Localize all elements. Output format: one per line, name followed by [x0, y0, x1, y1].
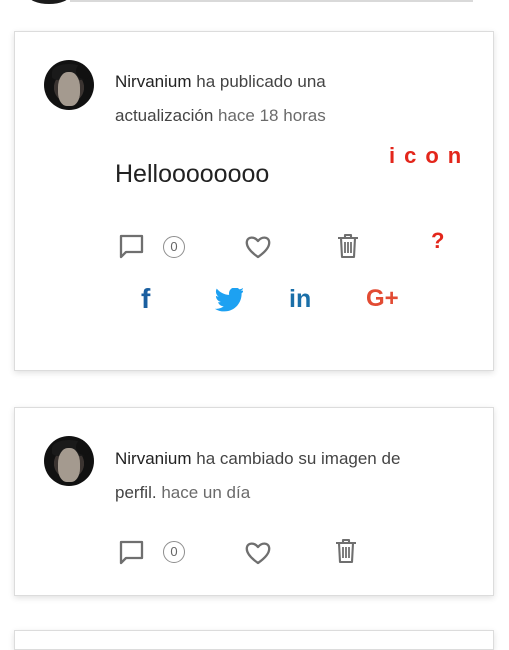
activity-time: hace 18 horas [218, 106, 326, 125]
previous-avatar-edge [28, 0, 70, 4]
activity-card-profile-image: Nirvanium ha cambiado su imagen de perfi… [14, 407, 494, 596]
question-icon[interactable]: ? [431, 228, 444, 254]
comment-icon[interactable] [118, 233, 146, 261]
trash-icon[interactable] [334, 537, 358, 565]
trash-icon[interactable] [336, 232, 360, 260]
avatar-badge [76, 439, 92, 455]
post-content: Helloooooooo [115, 160, 270, 188]
google-plus-icon[interactable]: G+ [366, 285, 399, 313]
twitter-icon[interactable] [215, 288, 243, 312]
activity-text: Nirvanium ha publicado una actualización… [115, 65, 405, 133]
previous-card-divider [70, 0, 473, 2]
heart-icon[interactable] [244, 540, 272, 566]
username-link[interactable]: Nirvanium [115, 72, 192, 91]
activity-text: Nirvanium ha cambiado su imagen de perfi… [115, 442, 445, 510]
avatar[interactable] [44, 436, 94, 486]
previous-card-edge [0, 0, 509, 8]
avatar-face [58, 448, 80, 482]
avatar-face [58, 72, 80, 106]
comment-icon[interactable] [118, 539, 146, 567]
heart-icon[interactable] [244, 234, 272, 260]
username-link[interactable]: Nirvanium [115, 449, 192, 468]
activity-card-update: Nirvanium ha publicado una actualización… [14, 31, 494, 371]
comment-count: 0 [163, 236, 185, 258]
activity-time: hace un día [161, 483, 251, 502]
comment-count: 0 [163, 541, 185, 563]
linkedin-icon[interactable]: in [289, 285, 311, 314]
icon-brand-mark: icon [389, 143, 471, 168]
activity-card-next [14, 630, 494, 650]
facebook-icon[interactable]: f [141, 283, 150, 315]
avatar-badge [76, 63, 92, 79]
avatar[interactable] [44, 60, 94, 110]
